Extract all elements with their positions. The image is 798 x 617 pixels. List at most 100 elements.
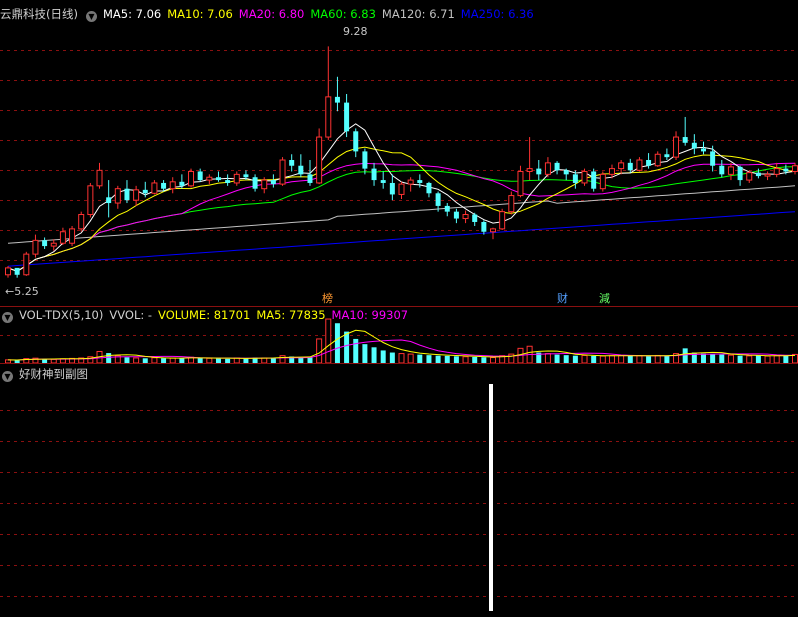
stock-name[interactable]: 云鼎科技 [0,7,46,21]
sub-panel-bars [489,384,493,611]
candle-body [618,162,625,170]
candle-body [50,242,57,247]
volume-bar [453,356,459,363]
candle-body [96,169,103,187]
candle-body [572,174,578,183]
chevron-down-icon[interactable]: ▼ [2,371,13,382]
volume-bar [755,355,761,363]
ma-label-ma60: MA60: 6.83 [310,7,376,21]
volume-bar [572,355,578,363]
volume-bar [727,354,734,364]
candle-body [87,185,94,216]
volume-bar [42,359,48,363]
volume-bar [700,353,706,363]
vvol-label: VVOL: - [109,308,153,322]
sub-panel-title[interactable]: 好财神到副图 [19,367,88,381]
candle-body [599,173,606,190]
volume-bar [279,355,286,364]
candle-body [197,171,203,181]
volume-bar [161,358,167,363]
candle-body [792,165,798,172]
candle-body [14,267,20,275]
candle-body [608,168,615,175]
high-price-value: 9.28 [343,25,368,38]
volume-bar [783,355,789,363]
volume-value: VOLUME: 81701 [158,308,251,322]
volume-bar [773,355,780,364]
candle-body [710,151,716,166]
volume-legend: ▼ VOL-TDX(5,10) VVOL: - VOLUME: 81701 MA5: 7… [0,307,414,323]
chevron-down-icon[interactable]: ▼ [85,11,97,22]
volume-bar [710,354,716,363]
candle-body [179,181,185,186]
candle-body [389,182,395,195]
low-price-value: 5.25 [14,285,39,298]
event-marker-cai[interactable]: 财 [557,292,568,305]
volume-bar [225,358,231,363]
candle-body [563,170,569,175]
candle-body [654,153,661,167]
volume-bar [133,357,140,364]
volume-bar [417,354,423,363]
candle-body [481,221,487,232]
volume-bar [14,360,20,363]
ma-label-ma120: MA120: 6.71 [381,7,455,21]
chevron-down-icon[interactable]: ▼ [2,312,13,323]
candle-body [426,182,432,194]
candle-body [719,165,725,175]
candle-body [307,174,313,183]
candle-body [298,165,304,175]
candle-body [591,171,597,189]
volume-bar [599,355,606,364]
volume-bar [426,355,432,363]
grid-lines [0,50,798,597]
candle-body [261,179,268,190]
candle-body [233,173,240,184]
candle-body [142,189,148,194]
candle-body [133,189,140,201]
candle-body [353,131,359,152]
volume-bar [124,357,130,363]
low-price-label: ←5.25 [5,285,39,298]
candle-body [682,137,688,143]
candle-body [417,180,423,183]
volume-bar [389,352,395,363]
candle-body [270,180,276,185]
candle-body [773,168,780,175]
candle-body [462,214,469,220]
volume-bar [142,358,148,363]
candle-body [727,166,734,175]
signal-bar [489,384,493,611]
candle-body [151,182,158,194]
candle-body [371,168,377,181]
volume-bar [664,355,670,363]
volume-bar [179,358,185,363]
vol-indicator-name[interactable]: VOL-TDX(5,10) [19,308,103,322]
candle-body [664,154,670,158]
candle-body [444,205,450,212]
candle-body [161,182,167,189]
volume-bar [444,355,450,363]
volume-bar [544,353,551,364]
candle-body [581,170,588,184]
candle-body [124,188,130,201]
volume-bar [435,355,441,363]
candle-body [334,96,340,103]
volume-bar [169,357,176,364]
candle-body [243,174,249,178]
candle-body [69,228,76,244]
candle-body [114,188,121,204]
volume-bar [353,338,359,363]
candle-body [636,159,643,171]
volume-bar [563,355,569,363]
candle-body [215,177,221,181]
candle-body [490,228,497,233]
candle-body [225,180,231,183]
candle-body [508,195,515,213]
event-marker-bang[interactable]: 榜 [322,292,333,305]
event-marker-jian[interactable]: 減 [599,292,610,305]
candle-body [42,240,48,247]
volume-bar [554,354,560,363]
candle-body [517,170,524,197]
high-price-label: 9.28 [343,25,368,38]
